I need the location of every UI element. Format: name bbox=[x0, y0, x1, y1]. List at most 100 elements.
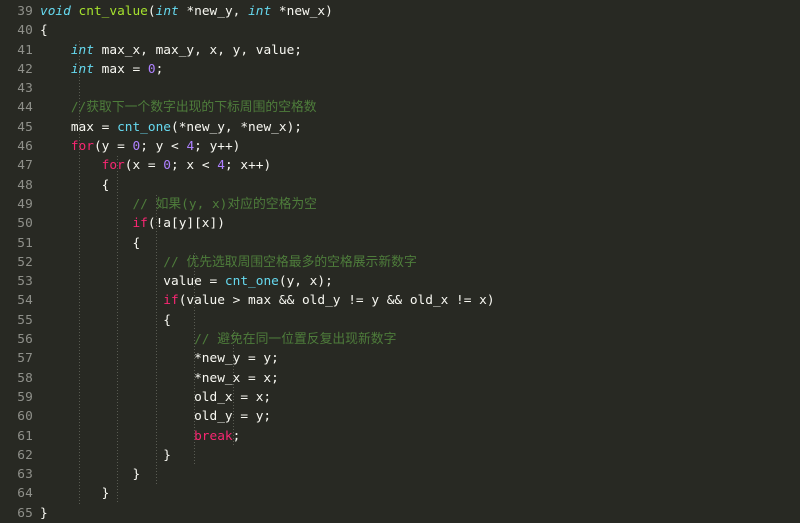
line-number: 47 bbox=[17, 158, 33, 174]
code-line[interactable]: //获取下一个数字出现的下标周围的空格数 bbox=[40, 98, 800, 117]
code-line[interactable]: } bbox=[40, 484, 800, 503]
line-number: 59 bbox=[17, 389, 33, 405]
code-line[interactable] bbox=[40, 79, 800, 98]
token-plain: *new_x = x; bbox=[194, 370, 279, 386]
token-plain: ; y < bbox=[140, 139, 187, 155]
code-line[interactable]: if(value > max && old_y != y && old_x !=… bbox=[40, 291, 800, 310]
line-number: 41 bbox=[17, 42, 33, 58]
line-number: 52 bbox=[17, 254, 33, 270]
token-punc: } bbox=[163, 447, 171, 463]
code-line[interactable]: max = cnt_one(*new_y, *new_x); bbox=[40, 118, 800, 137]
token-plain: *new_y = y; bbox=[194, 351, 279, 367]
line-number: 57 bbox=[17, 351, 33, 367]
line-number: 61 bbox=[17, 428, 33, 444]
token-plain: old_y = y; bbox=[194, 409, 272, 425]
code-line[interactable]: // 避免在同一位置反复出现新数字 bbox=[40, 330, 800, 349]
code-line[interactable]: for(x = 0; x < 4; x++) bbox=[40, 156, 800, 175]
token-plain: (*new_y, *new_x); bbox=[171, 119, 302, 135]
line-number: 54 bbox=[17, 293, 33, 309]
token-punc: { bbox=[163, 312, 171, 328]
token-plain: ; y++) bbox=[194, 139, 241, 155]
token-comment: //获取下一个数字出现的下标周围的空格数 bbox=[70, 100, 317, 116]
code-editor[interactable]: 39 40 41 42 43 44 45 46 47 48 49 50 51 52 53 54 55 56 57 58… bbox=[0, 0, 800, 521]
code-line[interactable]: old_x = x; bbox=[40, 388, 800, 407]
code-surface[interactable]: void cnt_value(int *new_y, int *new_x){ … bbox=[40, 0, 800, 521]
code-line[interactable]: *new_x = x; bbox=[40, 369, 800, 388]
line-number: 49 bbox=[17, 196, 33, 212]
code-line[interactable]: *new_y = y; bbox=[40, 349, 800, 368]
line-number: 51 bbox=[17, 235, 33, 251]
token-type: int bbox=[70, 42, 94, 58]
line-number: 46 bbox=[17, 139, 33, 155]
line-number: 50 bbox=[17, 216, 33, 232]
code-line[interactable]: int max = 0; bbox=[40, 60, 800, 79]
token-comment: // 避免在同一位置反复出现新数字 bbox=[194, 332, 397, 348]
token-punc: { bbox=[101, 177, 110, 193]
line-number: 42 bbox=[17, 61, 33, 77]
token-number: 0 bbox=[147, 61, 156, 77]
token-plain: (y = bbox=[93, 139, 133, 155]
token-plain: old_x = x; bbox=[194, 389, 272, 405]
code-line[interactable]: old_y = y; bbox=[40, 407, 800, 426]
line-number: 63 bbox=[17, 467, 33, 483]
token-number: 0 bbox=[163, 158, 172, 174]
token-plain: *new_x) bbox=[271, 4, 333, 19]
line-number: 40 bbox=[17, 23, 33, 39]
code-line[interactable]: // 如果(y, x)对应的空格为空 bbox=[40, 195, 800, 214]
token-type: int bbox=[248, 4, 272, 19]
line-number: 55 bbox=[17, 312, 33, 328]
code-line[interactable]: break; bbox=[40, 427, 800, 446]
code-line[interactable]: { bbox=[40, 176, 800, 195]
token-call: cnt_one bbox=[117, 119, 171, 135]
code-line[interactable]: if(!a[y][x]) bbox=[40, 214, 800, 233]
token-plain: (value > max && old_y != y && old_x != x… bbox=[178, 293, 495, 309]
line-number: 62 bbox=[17, 447, 33, 463]
token-plain: *new_y, bbox=[178, 4, 249, 19]
token-type: void bbox=[40, 4, 71, 19]
line-number-gutter[interactable]: 39 40 41 42 43 44 45 46 47 48 49 50 51 52 53 54 55 56 57 58… bbox=[0, 0, 40, 521]
code-line[interactable]: { bbox=[40, 311, 800, 330]
token-plain: ; bbox=[155, 61, 164, 77]
code-line[interactable]: } bbox=[40, 446, 800, 465]
token-punc: } bbox=[132, 467, 141, 483]
token-keyword: for bbox=[101, 158, 125, 174]
line-number: 39 bbox=[17, 4, 33, 19]
code-line[interactable]: // 优先选取周围空格最多的空格展示新数字 bbox=[40, 253, 800, 272]
token-keyword: if bbox=[163, 293, 179, 309]
token-keyword: break bbox=[194, 428, 233, 444]
token-plain: ; x < bbox=[171, 158, 218, 174]
code-line[interactable]: { bbox=[40, 234, 800, 253]
token-plain: max_x, max_y, x, y, value; bbox=[93, 42, 302, 58]
token-punc: { bbox=[40, 23, 48, 39]
code-line[interactable]: } bbox=[40, 465, 800, 484]
code-line[interactable]: value = cnt_one(y, x); bbox=[40, 272, 800, 291]
line-number: 44 bbox=[17, 100, 33, 116]
token-func: cnt_value bbox=[78, 4, 148, 19]
code-line[interactable]: for(y = 0; y < 4; y++) bbox=[40, 137, 800, 156]
code-lines[interactable]: void cnt_value(int *new_y, int *new_x){ … bbox=[40, 0, 800, 521]
code-line[interactable]: } bbox=[40, 504, 800, 521]
line-number: 65 bbox=[17, 505, 33, 521]
code-line[interactable]: void cnt_value(int *new_y, int *new_x) bbox=[40, 2, 800, 21]
token-type: int bbox=[70, 61, 94, 77]
token-number: 4 bbox=[217, 158, 225, 174]
code-line[interactable]: { bbox=[40, 21, 800, 40]
line-number: 56 bbox=[17, 332, 33, 348]
token-type: int bbox=[155, 4, 179, 19]
code-line[interactable]: int max_x, max_y, x, y, value; bbox=[40, 41, 800, 60]
